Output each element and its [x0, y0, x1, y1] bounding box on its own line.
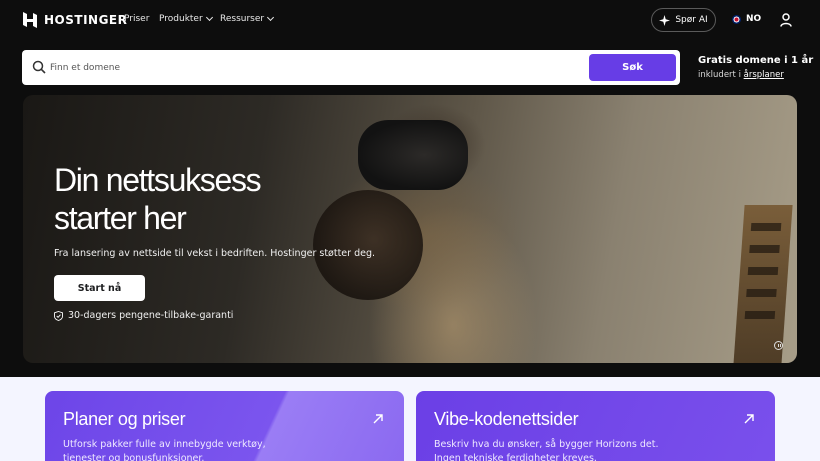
- hero-title-line1: Din nettsuksess: [54, 162, 262, 198]
- hero-background-building: [733, 205, 793, 363]
- free-domain-promo: Gratis domene i 1 år inkludert i årsplan…: [698, 55, 813, 80]
- hostinger-logo[interactable]: HOSTINGER: [22, 12, 127, 28]
- card-title: Planer og priser: [63, 409, 186, 429]
- language-selector[interactable]: NO: [732, 14, 761, 24]
- vibe-coding-card[interactable]: Vibe-kodenettsider Beskriv hva du ønsker…: [416, 391, 775, 461]
- money-back-guarantee: 30-dagers pengene-tilbake-garanti: [54, 310, 233, 321]
- promo-sub-prefix: inkludert i: [698, 70, 744, 80]
- nav-link-label: Ressurser: [220, 14, 265, 24]
- card-title: Vibe-kodenettsider: [434, 409, 579, 429]
- guarantee-text: 30-dagers pengene-tilbake-garanti: [68, 310, 234, 321]
- nav-link-ressurser[interactable]: Ressurser: [220, 13, 275, 24]
- shield-check-icon: [54, 310, 63, 321]
- user-icon[interactable]: [780, 13, 792, 27]
- search-button[interactable]: Søk: [589, 54, 676, 81]
- top-nav: HOSTINGER Priser Produkter Ressurser Spø…: [0, 0, 820, 40]
- chevron-down-icon: [267, 13, 275, 22]
- search-icon: [32, 60, 46, 74]
- nav-link-label: Produkter: [159, 14, 203, 24]
- card-text: Utforsk pakker fulle av innebygde verktø…: [63, 439, 266, 461]
- domain-search-bar: Søk: [22, 50, 680, 85]
- hero-title-line2: starter her: [54, 200, 187, 236]
- ask-ai-label: Spør AI: [675, 15, 708, 25]
- start-now-button[interactable]: Start nå: [54, 275, 145, 301]
- hostinger-logo-icon: [23, 12, 37, 28]
- pause-video-icon[interactable]: [774, 341, 783, 350]
- sparkle-icon: [659, 14, 671, 26]
- nav-link-produkter[interactable]: Produkter: [159, 13, 213, 24]
- hero-title: Din nettsuksess starter her: [54, 161, 262, 237]
- brand-name: HOSTINGER: [44, 13, 128, 27]
- nav-link-label: Priser: [124, 14, 150, 24]
- arrow-up-right-icon: [373, 414, 383, 424]
- language-code: NO: [746, 14, 762, 24]
- flag-icon: [732, 14, 741, 24]
- hero-banner: Din nettsuksess starter her Fra lanserin…: [23, 95, 797, 363]
- arrow-up-right-icon: [744, 414, 754, 424]
- annual-plans-link[interactable]: årsplaner: [744, 70, 784, 80]
- nav-link-priser[interactable]: Priser: [124, 14, 149, 24]
- card-text: Beskriv hva du ønsker, så bygger Horizon…: [434, 439, 659, 461]
- promo-subtitle: inkludert i årsplaner: [698, 70, 813, 80]
- promo-title: Gratis domene i 1 år: [698, 55, 814, 66]
- feature-cards-section: Planer og priser Utforsk pakker fulle av…: [0, 377, 820, 461]
- hero-subtitle: Fra lansering av nettside til vekst i be…: [54, 248, 376, 259]
- domain-search-input[interactable]: [50, 58, 570, 78]
- ask-ai-button[interactable]: Spør AI: [651, 8, 716, 32]
- plans-and-pricing-card[interactable]: Planer og priser Utforsk pakker fulle av…: [45, 391, 404, 461]
- hero-background-figure: [313, 190, 423, 300]
- chevron-down-icon: [205, 13, 213, 22]
- hero-background-image: [358, 120, 468, 190]
